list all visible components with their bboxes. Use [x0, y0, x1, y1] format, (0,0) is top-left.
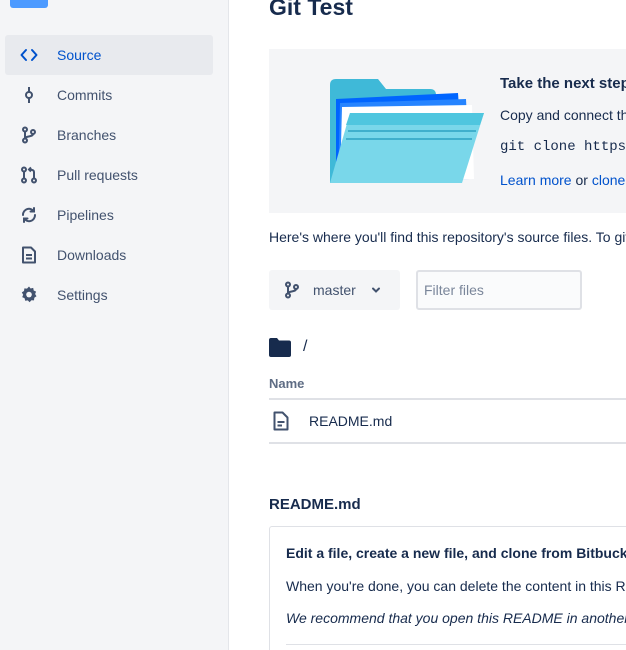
branch-name: master	[313, 282, 356, 298]
next-steps-banner: Take the next step Copy and connect th g…	[269, 49, 626, 213]
file-icon	[273, 411, 289, 431]
sidebar-item-downloads[interactable]: Downloads	[5, 235, 213, 275]
commit-icon	[19, 85, 39, 105]
sidebar-item-label: Branches	[57, 127, 117, 143]
readme-italic-note: We recommend that you open this README i…	[286, 610, 626, 626]
gear-icon	[19, 285, 39, 305]
column-header-name[interactable]: Name	[269, 376, 304, 391]
code-icon	[19, 45, 39, 65]
repo-avatar[interactable]	[10, 0, 48, 8]
download-file-icon	[19, 245, 39, 265]
banner-heading: Take the next step	[500, 75, 626, 92]
banner-text: Copy and connect th	[500, 107, 626, 123]
main-content: Git Test Take the next step Copy and con…	[230, 0, 626, 650]
sidebar-item-label: Settings	[57, 287, 108, 303]
clone-link[interactable]: clone	[592, 172, 625, 188]
sidebar-item-label: Pipelines	[57, 207, 114, 223]
pull-request-icon	[19, 165, 39, 185]
sidebar: Source Commits Branches Pull requests Pi…	[0, 0, 229, 650]
readme-heading: Edit a file, create a new file, and clon…	[286, 545, 626, 561]
branch-selector-button[interactable]: master	[269, 270, 400, 310]
source-files-hint: Here's where you'll find this repository…	[269, 229, 626, 245]
sidebar-item-pipelines[interactable]: Pipelines	[5, 195, 213, 235]
sidebar-item-branches[interactable]: Branches	[5, 115, 213, 155]
sidebar-item-label: Pull requests	[57, 167, 138, 183]
table-row[interactable]: README.md	[269, 400, 626, 442]
sidebar-item-label: Source	[57, 47, 102, 63]
chevron-down-icon	[371, 287, 380, 293]
folder-illustration-icon	[330, 79, 484, 183]
breadcrumb: /	[269, 337, 307, 357]
sidebar-item-source[interactable]: Source	[5, 35, 213, 75]
readme-paragraph: When you're done, you can delete the con…	[286, 578, 626, 594]
sidebar-item-label: Downloads	[57, 247, 127, 263]
readme-title: README.md	[269, 496, 361, 513]
readme-divider	[286, 644, 626, 645]
sidebar-item-settings[interactable]: Settings	[5, 275, 213, 315]
clone-command[interactable]: git clone https:/	[500, 139, 626, 155]
folder-icon	[269, 338, 291, 357]
branch-icon	[285, 281, 299, 299]
branch-icon	[19, 125, 39, 145]
readme-content: Edit a file, create a new file, and clon…	[269, 526, 626, 650]
filter-files-input[interactable]	[416, 270, 582, 310]
pipelines-icon	[19, 205, 39, 225]
sidebar-item-commits[interactable]: Commits	[5, 75, 213, 115]
table-row-divider	[269, 442, 626, 444]
learn-more-link[interactable]: Learn more	[500, 172, 572, 188]
banner-links: Learn more or clone	[500, 172, 625, 188]
banner-links-separator: or	[571, 172, 592, 188]
sidebar-item-label: Commits	[57, 87, 113, 103]
breadcrumb-root[interactable]: /	[303, 338, 307, 356]
sidebar-nav: Source Commits Branches Pull requests Pi…	[5, 35, 213, 315]
file-name[interactable]: README.md	[309, 413, 392, 429]
sidebar-item-pull-requests[interactable]: Pull requests	[5, 155, 213, 195]
page-title: Git Test	[269, 0, 353, 20]
